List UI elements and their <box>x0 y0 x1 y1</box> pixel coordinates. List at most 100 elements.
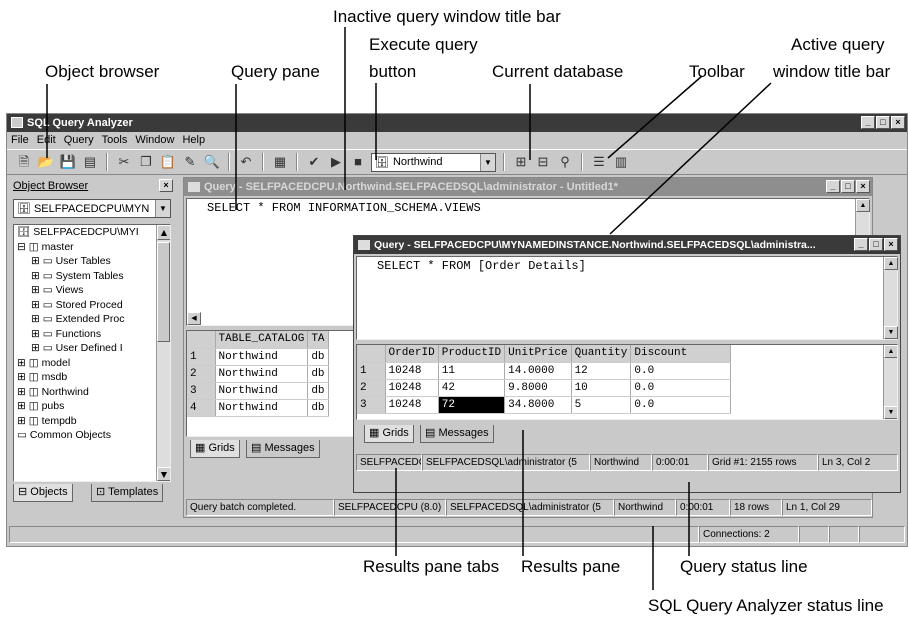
column-header[interactable]: TA <box>307 331 329 349</box>
column-header[interactable]: OrderID <box>385 345 439 363</box>
query-pane[interactable]: SELECT * FROM [Order Details] ▲ ▼ <box>356 256 898 340</box>
results-pane-icon[interactable]: ▥ <box>612 153 630 171</box>
cancel-query-icon[interactable]: ■ <box>349 153 367 171</box>
object-tree[interactable]: 🗄 SELFPACEDCPU\MYI ⊟ ◫ master ⊞ ▭ User T… <box>13 224 171 482</box>
menu-tools[interactable]: Tools <box>102 132 128 148</box>
query-status-server: SELFPACEDC <box>356 454 422 471</box>
callout-app-status: SQL Query Analyzer status line <box>648 596 884 615</box>
scroll-down-icon[interactable]: ▼ <box>884 326 898 339</box>
close-icon[interactable]: × <box>891 116 905 129</box>
menu-window[interactable]: Window <box>135 132 174 148</box>
maximize-icon[interactable]: □ <box>841 180 855 193</box>
execute-query-icon[interactable]: ▶ <box>327 153 345 171</box>
open-icon[interactable]: 📂 <box>37 153 55 171</box>
results-tab-grids[interactable]: ▦ Grids <box>364 425 414 443</box>
query-status-user: SELFPACEDSQL\administrator (5 <box>422 454 590 471</box>
query-scrollbar[interactable]: ▲ ▼ <box>883 257 898 339</box>
tree-common[interactable]: ▭ Common Objects <box>17 428 170 443</box>
table-row[interactable]: 1 Northwind db <box>187 348 329 366</box>
column-header[interactable]: TABLE_CATALOG <box>215 331 309 349</box>
maximize-icon[interactable]: □ <box>876 116 890 129</box>
chevron-down-icon[interactable]: ▼ <box>480 153 495 171</box>
tree-db[interactable]: ⊞ ◫ tempdb <box>17 414 170 429</box>
tree-db[interactable]: ⊞ ◫ pubs <box>17 399 170 414</box>
tree-item[interactable]: ⊞ ▭ User Tables <box>17 254 170 269</box>
tab-templates[interactable]: ⊡ Templates <box>91 484 164 502</box>
maximize-icon[interactable]: □ <box>869 238 883 251</box>
table-row[interactable]: 4 Northwind db <box>187 399 329 417</box>
query-text[interactable]: SELECT * FROM [Order Details] <box>377 259 586 273</box>
tree-db[interactable]: ⊞ ◫ msdb <box>17 370 170 385</box>
scroll-down-icon[interactable]: ▼ <box>884 406 897 419</box>
menu-edit[interactable]: Edit <box>37 132 56 148</box>
menu-help[interactable]: Help <box>182 132 205 148</box>
menu-file[interactable]: File <box>11 132 29 148</box>
scroll-up-icon[interactable]: ▲ <box>157 225 170 240</box>
tree-item[interactable]: ⊞ ▭ Views <box>17 283 170 298</box>
parse-query-icon[interactable]: ✔ <box>305 153 323 171</box>
minimize-icon[interactable]: _ <box>861 116 875 129</box>
table-row[interactable]: 1 10248 11 14.0000 12 0.0 <box>357 362 732 380</box>
close-icon[interactable]: × <box>884 238 898 251</box>
results-mode-icon[interactable]: ▦ <box>271 153 289 171</box>
query-status-server: SELFPACEDCPU (8.0) <box>334 499 446 516</box>
results-tab-messages[interactable]: ▤ Messages <box>246 440 320 458</box>
column-header[interactable]: UnitPrice <box>504 345 572 363</box>
tree-db-master[interactable]: ⊟ ◫ master <box>17 240 170 255</box>
table-row[interactable]: 3 Northwind db <box>187 382 329 400</box>
active-title-bar[interactable]: Query - SELFPACEDCPU\MYNAMEDINSTANCE.Nor… <box>354 236 900 254</box>
column-header[interactable]: Discount <box>630 345 732 363</box>
column-header[interactable]: Quantity <box>571 345 632 363</box>
inactive-title-bar[interactable]: Query - SELFPACEDCPU.Northwind.SELFPACED… <box>184 178 872 196</box>
database-select[interactable]: 🗄 Northwind ▼ <box>371 152 496 172</box>
copy-icon[interactable]: ❐ <box>137 153 155 171</box>
column-header[interactable]: ProductID <box>438 345 506 363</box>
tree-item[interactable]: ⊞ ▭ Functions <box>17 327 170 342</box>
scroll-up-icon[interactable]: ▲ <box>856 199 870 212</box>
new-query-icon[interactable]: 🗎 <box>15 153 33 171</box>
scroll-up-icon[interactable]: ▲ <box>884 257 898 270</box>
results-tab-messages[interactable]: ▤ Messages <box>420 425 494 443</box>
results-tab-grids[interactable]: ▦ Grids <box>190 440 240 458</box>
find-icon[interactable]: 🔍 <box>203 153 221 171</box>
save-icon[interactable]: 💾 <box>59 153 77 171</box>
object-search-icon[interactable]: ⚲ <box>556 153 574 171</box>
clear-window-icon[interactable]: ✎ <box>181 153 199 171</box>
results-grid[interactable]: OrderID ProductID UnitPrice Quantity Discoun… <box>356 344 898 420</box>
scroll-left-icon[interactable]: ◀ <box>187 312 201 325</box>
paste-icon[interactable]: 📋 <box>159 153 177 171</box>
query-window-active: Query - SELFPACEDCPU\MYNAMEDINSTANCE.Nor… <box>353 235 901 493</box>
tree-item[interactable]: ⊞ ▭ Extended Proc <box>17 312 170 327</box>
tree-scrollbar[interactable]: ▲ ▼ <box>156 225 170 481</box>
results-scrollbar[interactable]: ▲ ▼ <box>883 345 897 419</box>
query-text[interactable]: SELECT * FROM INFORMATION_SCHEMA.VIEWS <box>207 201 481 215</box>
menu-query[interactable]: Query <box>64 132 94 148</box>
table-row[interactable]: 2 Northwind db <box>187 365 329 383</box>
insert-template-icon[interactable]: ▤ <box>81 153 99 171</box>
close-icon[interactable]: × <box>856 180 870 193</box>
properties-icon[interactable]: ☰ <box>590 153 608 171</box>
scroll-down-icon[interactable]: ▼ <box>157 466 170 481</box>
object-browser: Object Browser × 🗄 SELFPACEDCPU\MYN ▼ 🗄 … <box>9 178 175 518</box>
tab-objects[interactable]: ⊟ Objects <box>13 484 73 502</box>
callout-current-db: Current database <box>492 62 624 81</box>
chevron-down-icon[interactable]: ▼ <box>155 200 170 217</box>
query-status-rows: 18 rows <box>730 499 782 516</box>
table-row[interactable]: 3 10248 72 34.8000 5 0.0 <box>357 396 732 414</box>
tree-db[interactable]: ⊞ ◫ model <box>17 356 170 371</box>
tree-item[interactable]: ⊞ ▭ System Tables <box>17 269 170 284</box>
scroll-up-icon[interactable]: ▲ <box>884 345 897 358</box>
undo-icon[interactable]: ↶ <box>237 153 255 171</box>
tree-root[interactable]: 🗄 SELFPACEDCPU\MYI <box>17 225 170 240</box>
object-browser-icon[interactable]: ⊟ <box>534 153 552 171</box>
close-icon[interactable]: × <box>159 179 173 192</box>
tree-item[interactable]: ⊞ ▭ User Defined I <box>17 341 170 356</box>
cut-icon[interactable]: ✂ <box>115 153 133 171</box>
table-row[interactable]: 2 10248 42 9.8000 10 0.0 <box>357 379 732 397</box>
tree-item[interactable]: ⊞ ▭ Stored Proced <box>17 298 170 313</box>
tree-db[interactable]: ⊞ ◫ Northwind <box>17 385 170 400</box>
execution-plan-icon[interactable]: ⊞ <box>512 153 530 171</box>
server-select[interactable]: 🗄 SELFPACEDCPU\MYN ▼ <box>13 199 171 218</box>
minimize-icon[interactable]: _ <box>854 238 868 251</box>
minimize-icon[interactable]: _ <box>826 180 840 193</box>
